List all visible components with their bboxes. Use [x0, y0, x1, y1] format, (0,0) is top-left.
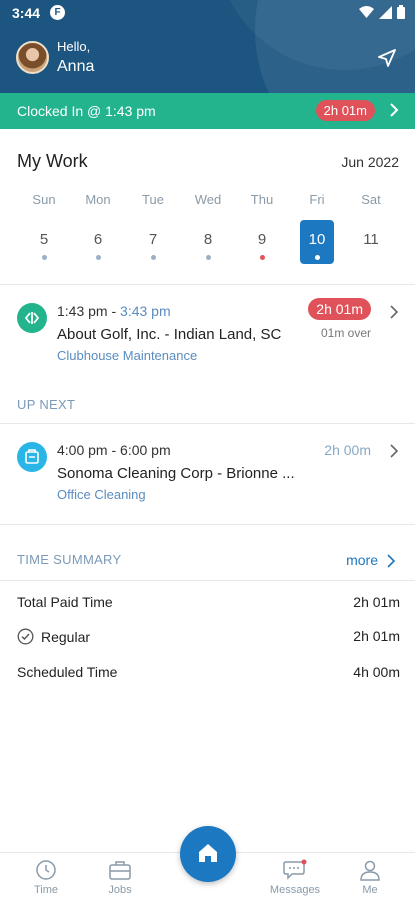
elapsed-badge: 2h 01m: [315, 100, 375, 121]
day-sat[interactable]: Sat 11: [354, 190, 388, 251]
clock-icon: [36, 860, 56, 880]
summary-label: Scheduled Time: [17, 664, 118, 680]
day-name: Wed: [194, 192, 222, 207]
clocked-in-bar[interactable]: Clocked In @ 1:43 pm 2h 01m: [0, 93, 415, 129]
divider: [0, 524, 415, 525]
day-date: 9: [257, 231, 267, 248]
navigation-arrow-icon[interactable]: [377, 48, 397, 68]
day-date: 11: [363, 231, 379, 248]
briefcase-icon: [109, 861, 131, 880]
day-date: 6: [93, 231, 103, 248]
home-button[interactable]: [180, 826, 236, 882]
day-date: 10: [308, 231, 326, 248]
day-tue[interactable]: Tue 7: [136, 190, 170, 260]
month-label[interactable]: Jun 2022: [341, 154, 399, 170]
clocked-in-text: Clocked In @ 1:43 pm: [17, 103, 156, 119]
day-indicator-dot: [314, 255, 320, 260]
summary-row-total-paid: Total Paid Time 2h 01m: [17, 594, 400, 610]
day-name: Tue: [142, 192, 164, 207]
day-mon[interactable]: Mon 6: [81, 190, 115, 260]
summary-row-regular: Regular 2h 01m: [17, 628, 400, 645]
check-circle-icon: [17, 628, 34, 645]
chevron-right-icon: [390, 305, 399, 319]
swap-arrows-icon: [17, 303, 47, 333]
day-sun[interactable]: Sun 5: [27, 190, 61, 260]
job-time: 1:43 pm - 3:43 pm: [57, 303, 171, 319]
summary-label: Total Paid Time: [17, 594, 113, 610]
summary-value: 2h 01m: [353, 628, 400, 644]
day-name: Thu: [250, 192, 274, 207]
app-notification-icon: F: [50, 5, 65, 20]
day-indicator-dot: [41, 255, 47, 260]
summary-value: 2h 01m: [353, 594, 400, 610]
wifi-icon: [359, 5, 374, 18]
day-thu[interactable]: Thu 9: [245, 190, 279, 260]
day-date: 8: [203, 231, 213, 248]
more-link[interactable]: more: [346, 552, 378, 568]
day-indicator-dot: [205, 255, 211, 260]
day-name: Fri: [309, 192, 325, 207]
app-header: 3:44 F Hello, Anna: [0, 0, 415, 93]
battery-icon: [397, 5, 405, 19]
divider: [0, 580, 415, 581]
day-fri-selected[interactable]: Fri 10: [300, 190, 334, 264]
chevron-right-icon: [390, 103, 399, 117]
week-calendar: Sun 5 Mon 6 Tue 7 Wed 8 Thu 9 Fri 10 Sat…: [16, 190, 399, 270]
job-end-time: 3:43 pm: [120, 303, 171, 319]
chevron-right-icon[interactable]: [386, 553, 396, 569]
building-icon: [17, 442, 47, 472]
summary-value: 4h 00m: [353, 664, 400, 680]
avatar[interactable]: [16, 41, 49, 74]
nav-me[interactable]: Me: [340, 859, 400, 896]
chevron-right-icon: [390, 444, 399, 458]
day-wed[interactable]: Wed 8: [191, 190, 225, 260]
job-type: Clubhouse Maintenance: [57, 348, 198, 363]
person-icon: [360, 860, 380, 881]
day-indicator-dot: [95, 255, 101, 260]
job-type: Office Cleaning: [57, 487, 146, 502]
summary-label: Regular: [41, 629, 91, 645]
nav-label: Me: [362, 884, 378, 896]
day-name: Sun: [32, 192, 56, 207]
chat-icon: [283, 859, 307, 880]
day-name: Sat: [361, 192, 381, 207]
nav-time[interactable]: Time: [16, 859, 76, 896]
job-duration: 2h 00m: [324, 442, 371, 458]
summary-row-scheduled: Scheduled Time 4h 00m: [17, 664, 400, 680]
nav-label: Jobs: [108, 884, 132, 896]
day-date: 5: [39, 231, 49, 248]
nav-label: Messages: [269, 884, 321, 896]
day-name: Mon: [85, 192, 111, 207]
greeting: Hello,: [57, 39, 91, 54]
day-indicator-dot: [150, 255, 156, 260]
job-company: Sonoma Cleaning Corp - Brionne ...: [57, 465, 295, 482]
job-duration-badge: 2h 01m: [308, 298, 371, 320]
signal-icon: [379, 5, 392, 19]
page-title: My Work: [17, 151, 88, 171]
nav-label: Time: [33, 884, 59, 896]
job-overtime-status: 01m over: [320, 326, 371, 340]
status-bar: 3:44 F: [0, 0, 415, 26]
job-start-time: 1:43 pm -: [57, 303, 121, 319]
job-time: 4:00 pm - 6:00 pm: [57, 442, 171, 458]
job-company: About Golf, Inc. - Indian Land, SC: [57, 326, 282, 343]
time-summary-label: TIME SUMMARY: [17, 552, 122, 567]
day-indicator-dot: [259, 255, 265, 260]
divider: [0, 284, 415, 285]
home-icon: [199, 844, 217, 862]
status-time: 3:44: [12, 5, 41, 21]
up-next-label: UP NEXT: [17, 397, 76, 412]
nav-messages[interactable]: Messages: [265, 859, 325, 896]
nav-jobs[interactable]: Jobs: [90, 859, 150, 896]
day-date: 7: [148, 231, 158, 248]
divider: [0, 423, 415, 424]
user-name: Anna: [57, 58, 95, 75]
